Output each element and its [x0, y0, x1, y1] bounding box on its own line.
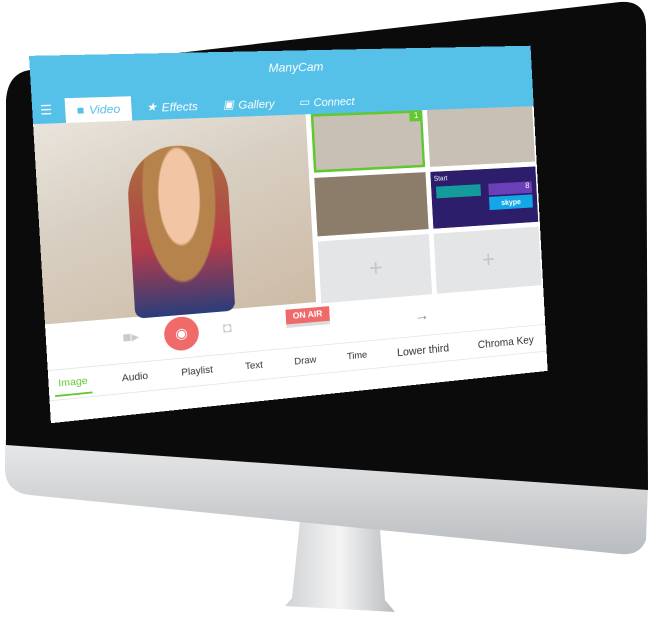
tab-time[interactable]: Time: [343, 344, 371, 367]
tab-effects[interactable]: ★ Effects: [134, 93, 209, 120]
tab-video[interactable]: ■ Video: [65, 96, 133, 123]
main-video-preview: [33, 114, 316, 324]
monitor-stand: [285, 520, 395, 612]
tab-image[interactable]: Image: [54, 370, 92, 397]
add-source-button[interactable]: +: [318, 234, 432, 303]
plus-icon: +: [481, 246, 495, 273]
source-tile-family[interactable]: [314, 172, 428, 236]
source-tile-webcam[interactable]: 1: [311, 110, 425, 173]
webcam-person: [125, 144, 235, 319]
plus-icon: +: [368, 254, 383, 282]
snapshot-camera-icon[interactable]: ◘: [223, 321, 233, 338]
windows-start-label: Start: [434, 174, 448, 182]
manycam-window: ManyCam ☰ ■ Video ★ Effects ▣ Gallery ▭ Conn…: [29, 46, 548, 423]
video-record-icon[interactable]: ■▸: [122, 328, 140, 347]
arrow-right-icon[interactable]: →: [414, 306, 430, 325]
hamburger-menu-icon[interactable]: ☰: [39, 96, 62, 124]
windows-tile: [436, 184, 481, 198]
source-grid: 1 Start 8 skype + +: [311, 106, 542, 303]
broadcast-button[interactable]: ◉: [163, 315, 200, 352]
source-tile-windows-desktop[interactable]: Start 8 skype: [430, 166, 538, 228]
app-title: ManyCam: [268, 59, 324, 74]
tab-connect[interactable]: ▭ Connect: [288, 88, 365, 115]
skype-tile: skype: [489, 194, 533, 210]
tab-draw[interactable]: Draw: [290, 349, 320, 372]
selected-badge: 1: [409, 110, 422, 121]
tab-playlist[interactable]: Playlist: [177, 359, 217, 384]
tab-audio[interactable]: Audio: [117, 365, 152, 390]
broadcast-icon: ◉: [175, 324, 189, 343]
tab-lower-third[interactable]: Lower third: [393, 336, 453, 364]
video-camera-icon: ■: [76, 103, 84, 117]
tab-gallery[interactable]: ▣ Gallery: [212, 91, 286, 118]
image-icon: ▣: [223, 98, 235, 112]
star-icon: ★: [146, 100, 158, 115]
source-tile-effects[interactable]: [427, 106, 535, 167]
windows-tile: 8: [488, 181, 532, 195]
tab-text[interactable]: Text: [241, 354, 267, 377]
add-source-button[interactable]: +: [434, 227, 542, 294]
on-air-badge: ON AIR: [285, 306, 329, 328]
connect-icon: ▭: [298, 95, 309, 109]
tab-chroma-key[interactable]: Chroma Key: [474, 328, 537, 356]
